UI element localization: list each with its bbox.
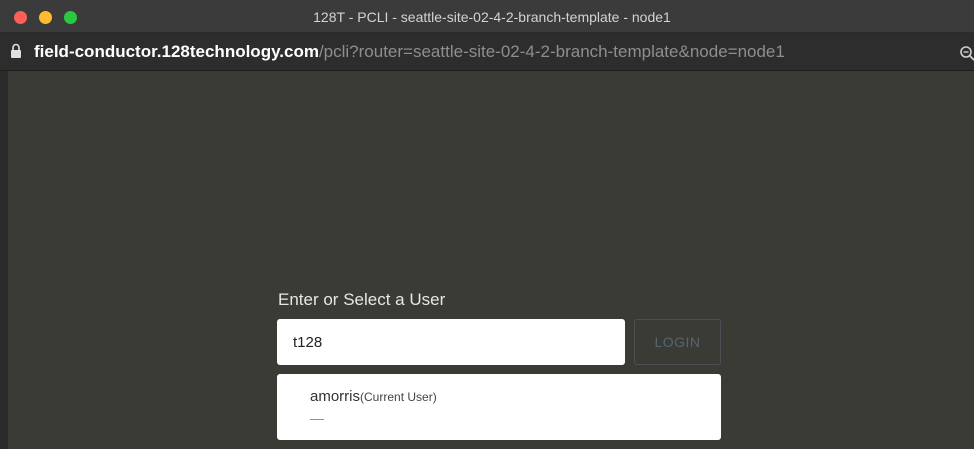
user-name-line: amorris(Current User) (310, 388, 437, 405)
username-input[interactable] (277, 319, 625, 365)
address-bar[interactable]: field-conductor.128technology.com/pcli?r… (0, 33, 974, 71)
user-name: amorris (310, 388, 361, 405)
title-bar: 128T - PCLI - seattle-site-02-4-2-branch… (0, 0, 974, 33)
browser-window: 128T - PCLI - seattle-site-02-4-2-branch… (0, 0, 974, 449)
window-title: 128T - PCLI - seattle-site-02-4-2-branch… (313, 9, 671, 25)
login-button[interactable]: LOGIN (634, 319, 721, 365)
user-list-item[interactable]: amorris(Current User) — (277, 374, 721, 440)
zoom-icon[interactable] (959, 45, 974, 61)
url-text[interactable]: field-conductor.128technology.com/pcli?r… (34, 42, 785, 62)
lock-icon (11, 43, 21, 58)
user-detail: — (310, 410, 324, 426)
current-user-tag: (Current User) (360, 390, 437, 404)
login-prompt-label: Enter or Select a User (278, 290, 446, 309)
url-host: field-conductor.128technology.com (34, 42, 319, 61)
window-edge (0, 71, 8, 449)
url-path: /pcli?router=seattle-site-02-4-2-branch-… (318, 42, 785, 61)
